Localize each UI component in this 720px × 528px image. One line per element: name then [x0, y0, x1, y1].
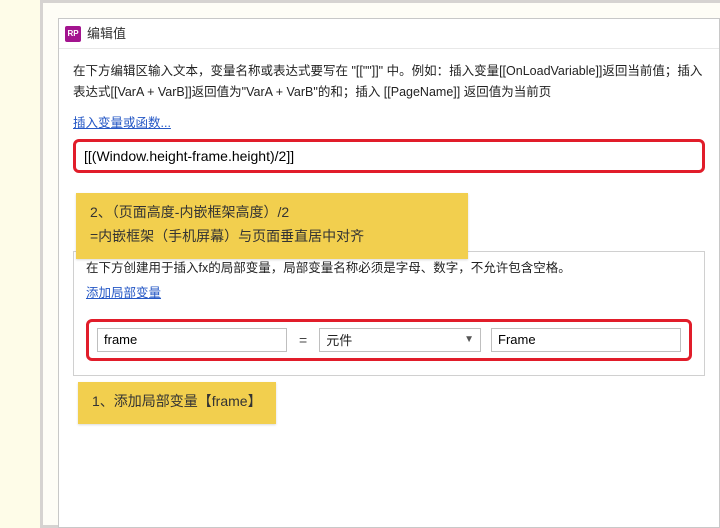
annotation-callout-1: 1、添加局部变量【frame】 — [78, 382, 276, 424]
variable-type-dropdown[interactable]: 元件 ▼ — [319, 328, 481, 352]
local-vars-panel: 在下方创建用于插入fx的局部变量，局部变量名称必须是字母、数字，不允许包含空格。… — [73, 251, 705, 376]
expression-input[interactable] — [73, 139, 705, 173]
add-local-variable-link[interactable]: 添加局部变量 — [86, 282, 161, 301]
variable-target-input[interactable] — [491, 328, 681, 352]
dialog-title: 编辑值 — [87, 19, 126, 49]
local-vars-instructions: 在下方创建用于插入fx的局部变量，局部变量名称必须是字母、数字，不允许包含空格。 — [86, 258, 692, 278]
variable-name-input[interactable] — [97, 328, 287, 352]
annotation-callout-2: 2、（页面高度-内嵌框架高度）/2 =内嵌框架（手机屏幕）与页面垂直居中对齐 — [76, 193, 468, 259]
variable-type-selected: 元件 — [326, 330, 352, 349]
annotation-line: 1、添加局部变量【frame】 — [92, 393, 262, 409]
edit-value-dialog: RP 编辑值 在下方编辑区输入文本，变量名称或表达式要写在 "[[""]]" 中… — [58, 18, 720, 528]
instructions-text: 在下方编辑区输入文本，变量名称或表达式要写在 "[[""]]" 中。例如：插入变… — [73, 61, 705, 104]
annotation-line: 2、（页面高度-内嵌框架高度）/2 — [90, 201, 454, 225]
chevron-down-icon: ▼ — [464, 334, 474, 345]
app-icon: RP — [65, 26, 81, 42]
insert-variable-link[interactable]: 插入变量或函数... — [73, 112, 171, 131]
annotation-line: =内嵌框架（手机屏幕）与页面垂直居中对齐 — [90, 225, 454, 249]
titlebar: RP 编辑值 — [59, 19, 719, 49]
local-variable-row: = 元件 ▼ — [86, 319, 692, 361]
equals-label: = — [297, 332, 309, 348]
